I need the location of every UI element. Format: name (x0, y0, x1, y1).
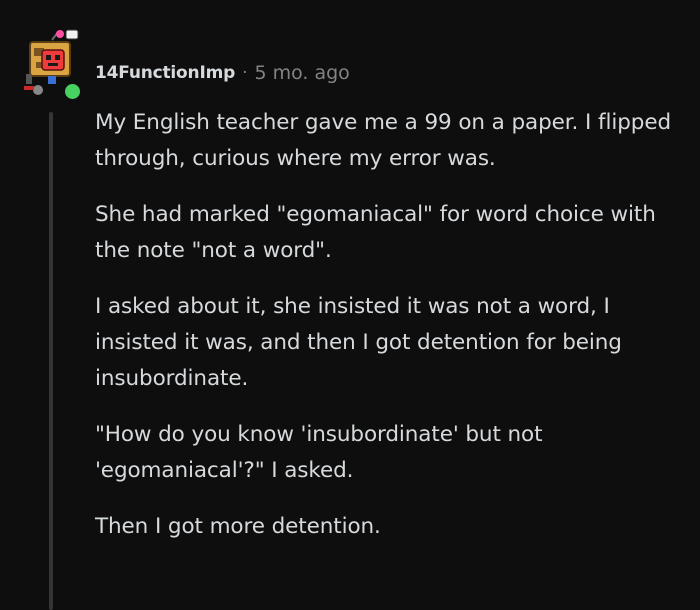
comment-paragraph: I asked about it, she insisted it was no… (95, 294, 622, 391)
comment-paragraph: My English teacher gave me a 99 on a pap… (95, 110, 671, 171)
comment-paragraph: "How do you know 'insubordinate' but not… (95, 422, 543, 483)
comment-timestamp[interactable]: 5 mo. ago (254, 62, 349, 84)
thread-collapse-line[interactable] (49, 112, 53, 610)
online-status-indicator (62, 81, 83, 102)
comment-paragraph: She had marked "egomaniacal" for word ch… (95, 202, 656, 263)
meta-separator: · (242, 63, 248, 83)
comment-paragraph: Then I got more detention. (95, 514, 381, 539)
comment-header: 14FunctionImp · 5 mo. ago (95, 58, 350, 88)
comment-body: My English teacher gave me a 99 on a pap… (95, 105, 680, 565)
username-link[interactable]: 14FunctionImp (95, 63, 235, 83)
